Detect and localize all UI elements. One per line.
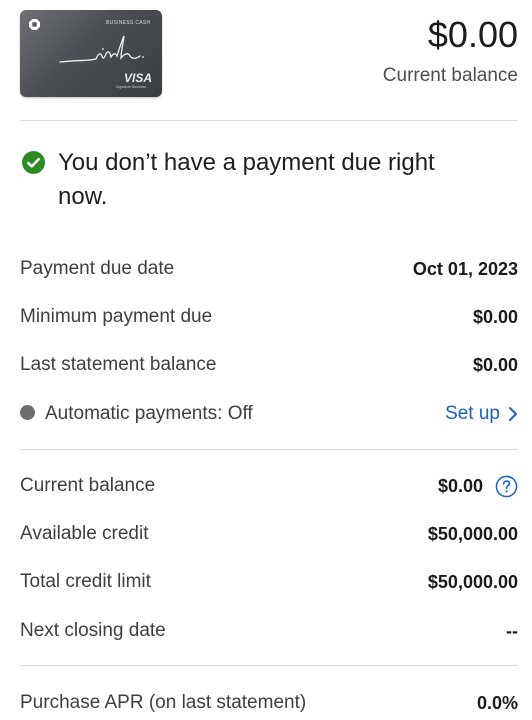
autopay-label: Automatic payments: Off <box>45 403 253 424</box>
status-dot-icon <box>20 405 35 421</box>
last-statement-label: Last statement balance <box>20 354 217 375</box>
card-tier: Signature Business <box>116 85 147 89</box>
next-closing-value: -- <box>506 620 518 641</box>
credit-limit-row: Total credit limit $50,000.00 <box>20 568 518 596</box>
minimum-payment-label: Minimum payment due <box>20 306 213 327</box>
current-balance-row-value-group: $0.00 <box>438 475 518 498</box>
last-statement-value: $0.00 <box>472 354 518 375</box>
current-balance-amount: $0.00 <box>427 14 518 55</box>
chase-octagon-icon <box>29 19 40 30</box>
payment-status-message: You don’t have a payment due right now. <box>58 149 435 210</box>
autopay-row: Automatic payments: Off Set up <box>20 400 518 428</box>
autopay-status: Automatic payments: Off <box>20 403 253 425</box>
chevron-right-icon <box>509 407 517 421</box>
credit-limit-value: $50,000.00 <box>427 571 518 592</box>
available-credit-row: Available credit $50,000.00 <box>20 520 518 548</box>
divider <box>20 449 518 450</box>
payment-due-date-value: Oct 01, 2023 <box>412 258 518 279</box>
setup-link-label: Set up <box>445 403 500 424</box>
next-closing-row: Next closing date -- <box>20 617 518 645</box>
current-balance-row-value: $0.00 <box>437 475 483 496</box>
setup-autopay-link[interactable]: Set up <box>445 403 518 425</box>
available-credit-label: Available credit <box>20 523 149 544</box>
current-balance-label: Current balance <box>382 65 518 86</box>
payment-due-date-label: Payment due date <box>20 258 175 279</box>
divider <box>20 120 518 121</box>
current-balance-row-label: Current balance <box>20 475 156 496</box>
purchase-apr-value: 0.0% <box>476 692 518 713</box>
credit-card-image[interactable]: BUSINESS CASH VISA Signature Business <box>20 10 162 97</box>
visa-logo: VISA <box>124 71 153 85</box>
divider <box>20 665 518 666</box>
minimum-payment-row: Minimum payment due $0.00 <box>20 303 518 331</box>
available-credit-value: $50,000.00 <box>427 523 518 544</box>
next-closing-label: Next closing date <box>20 620 166 641</box>
current-balance-row: Current balance $0.00 <box>20 472 518 500</box>
check-circle-icon <box>22 151 45 174</box>
minimum-payment-value: $0.00 <box>472 306 518 327</box>
payment-due-date-row: Payment due date Oct 01, 2023 <box>20 255 518 283</box>
purchase-apr-row: Purchase APR (on last statement) 0.0% <box>20 689 518 717</box>
last-statement-row: Last statement balance $0.00 <box>20 351 518 379</box>
credit-limit-label: Total credit limit <box>20 571 151 592</box>
purchase-apr-label: Purchase APR (on last statement) <box>20 692 307 713</box>
ink-script-logo <box>59 35 144 63</box>
card-product-line: BUSINESS CASH <box>106 20 151 26</box>
question-circle-icon[interactable] <box>495 475 518 498</box>
